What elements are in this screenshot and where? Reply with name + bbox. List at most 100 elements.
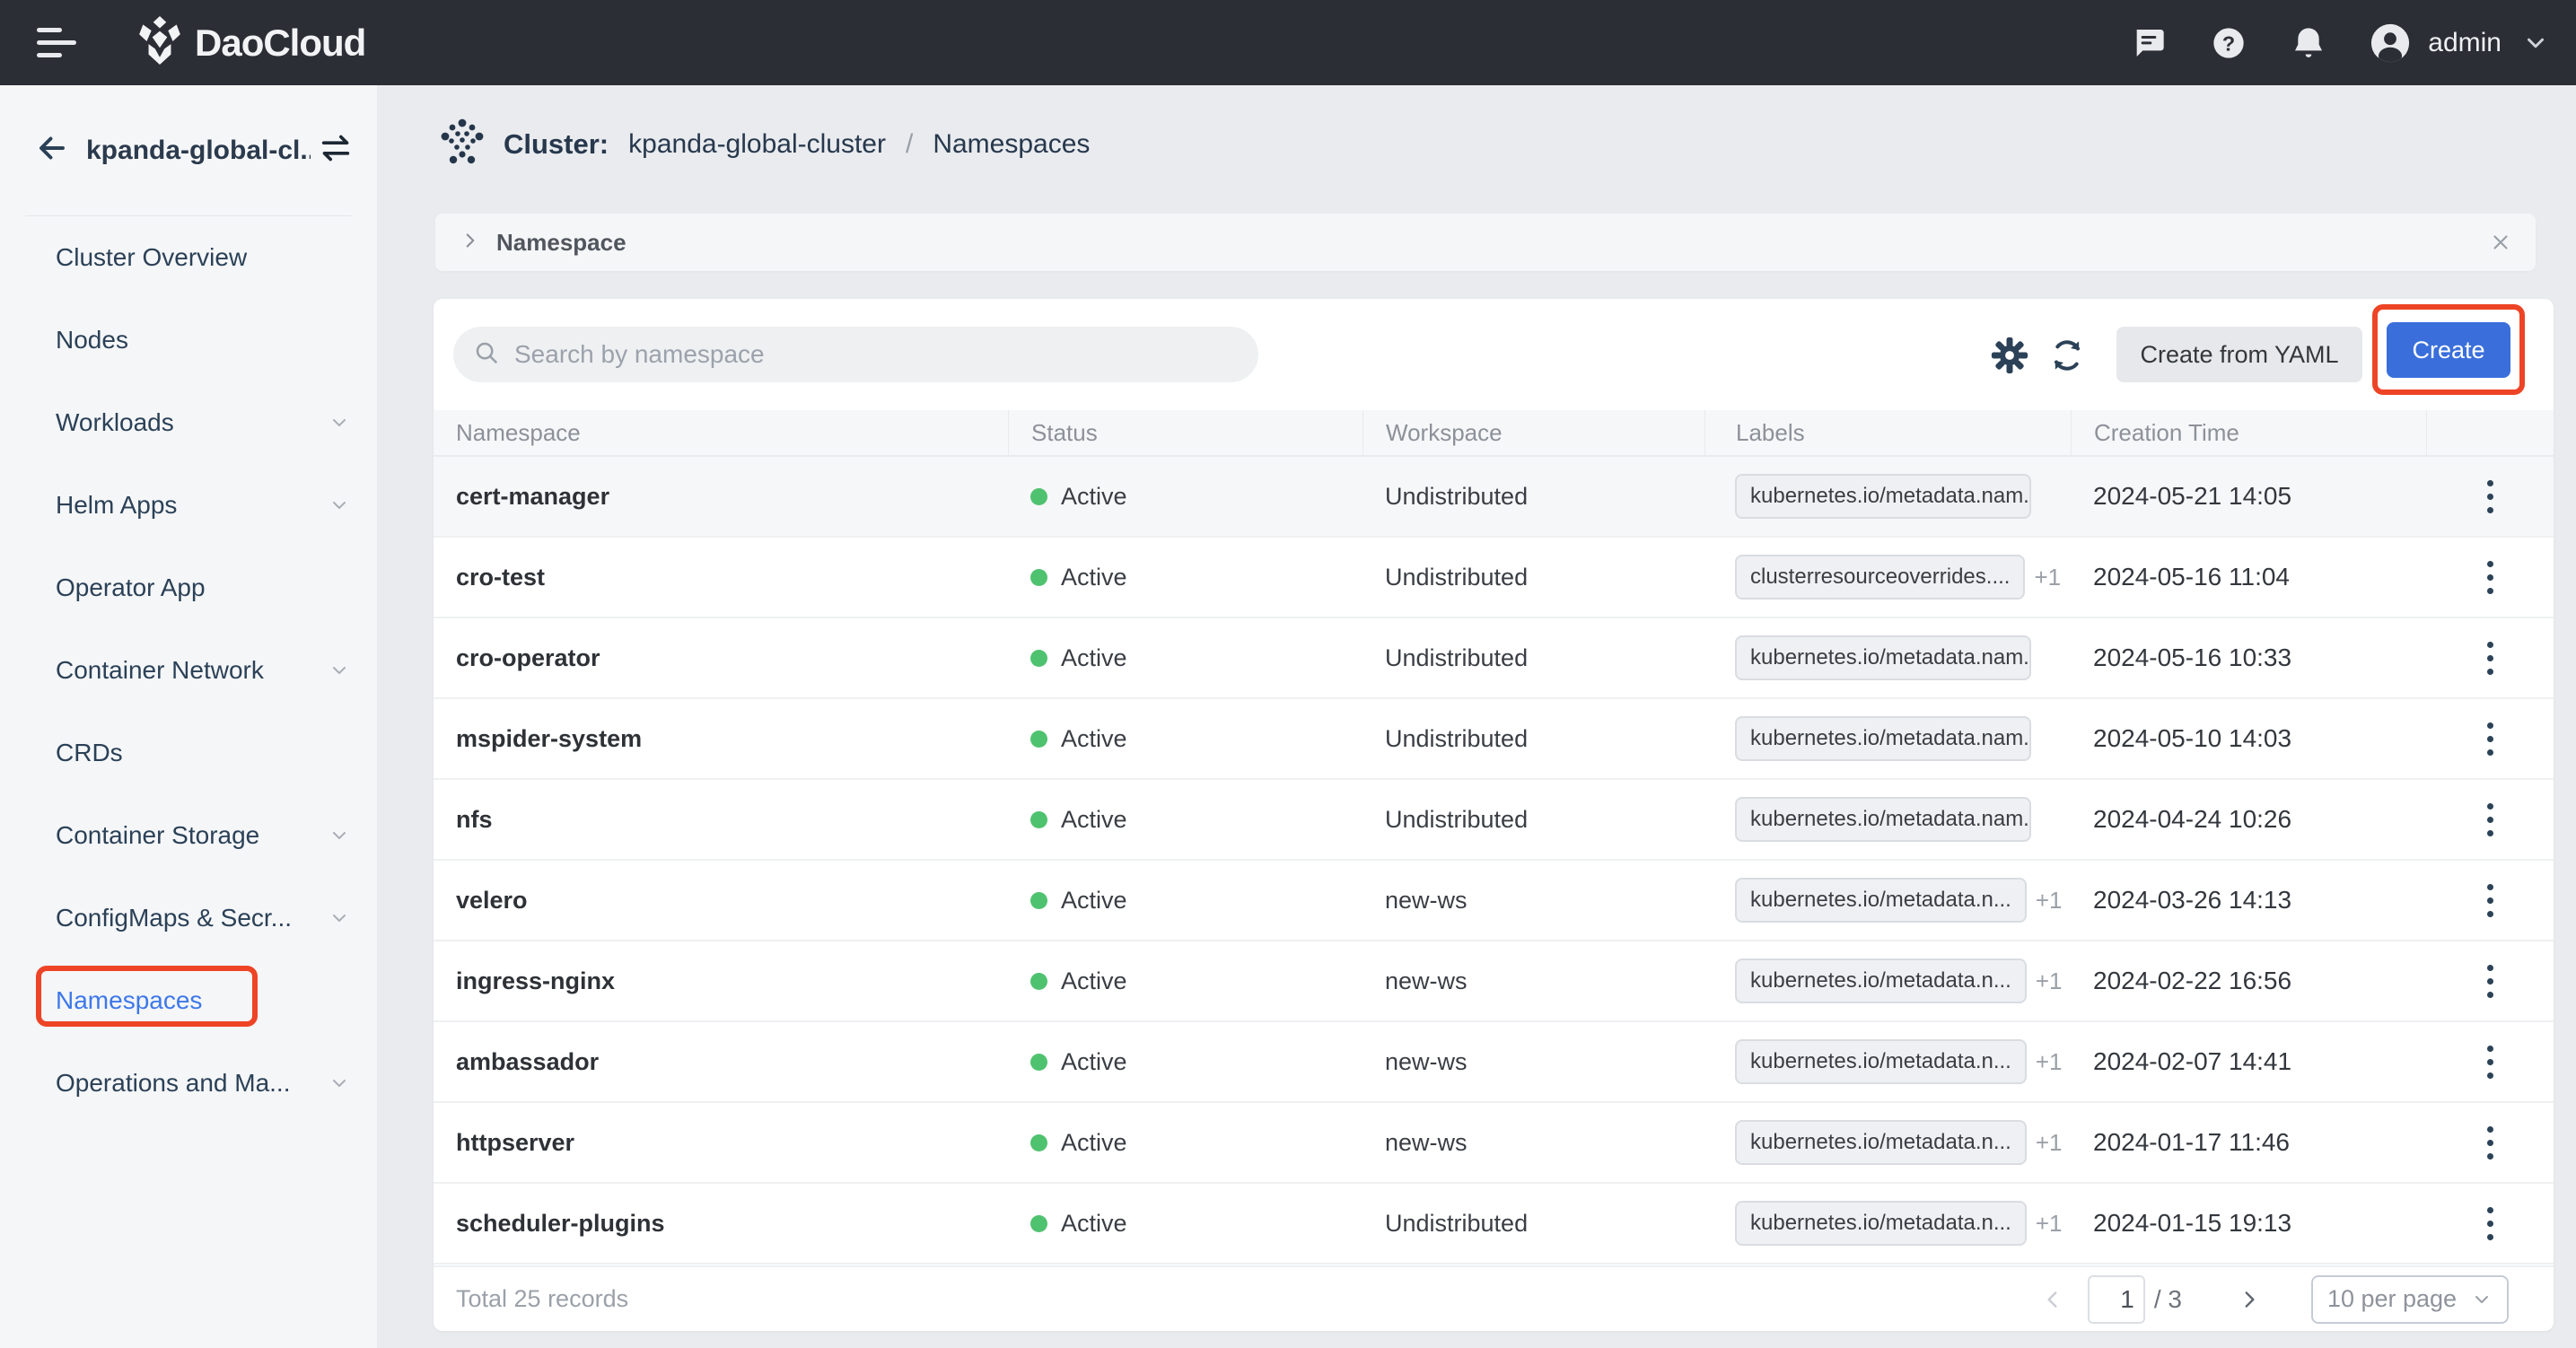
- label-chip: kubernetes.io/metadata.n...: [1735, 958, 2027, 1003]
- row-actions-kebab-icon[interactable]: [2478, 875, 2502, 926]
- sidebar-item-workloads[interactable]: Workloads: [0, 381, 377, 464]
- namespace-name[interactable]: scheduler-plugins: [456, 1210, 665, 1238]
- refresh-icon[interactable]: [2047, 336, 2087, 375]
- namespace-name[interactable]: ambassador: [456, 1048, 599, 1076]
- breadcrumb-cluster-link[interactable]: kpanda-global-cluster: [628, 129, 886, 160]
- next-page-icon[interactable]: [2238, 1288, 2261, 1311]
- creation-time: 2024-05-10 14:03: [2093, 724, 2291, 753]
- back-arrow-icon[interactable]: [36, 132, 68, 169]
- row-actions-kebab-icon[interactable]: [2478, 552, 2502, 603]
- creation-time: 2024-01-17 11:46: [2093, 1128, 2290, 1157]
- sidebar-item-operations-and-ma[interactable]: Operations and Ma...: [0, 1042, 377, 1125]
- per-page-value: 10 per page: [2327, 1285, 2457, 1313]
- topbar: DaoCloud ?: [0, 0, 2576, 85]
- table-row[interactable]: ambassador Active new-ws kubernetes.io/m…: [434, 1022, 2554, 1103]
- hamburger-menu-icon[interactable]: [37, 28, 78, 57]
- chevron-down-icon: [329, 825, 350, 846]
- sidebar-item-nodes[interactable]: Nodes: [0, 299, 377, 381]
- sidebar-item-operator-app[interactable]: Operator App: [0, 547, 377, 629]
- row-actions-kebab-icon[interactable]: [2478, 1037, 2502, 1088]
- sidebar-item-cluster-overview[interactable]: Cluster Overview: [0, 216, 377, 299]
- search-box[interactable]: [453, 327, 1258, 382]
- sidebar-item-helm-apps[interactable]: Helm Apps: [0, 464, 377, 547]
- namespace-panel-header[interactable]: Namespace: [435, 214, 2536, 271]
- per-page-select[interactable]: 10 per page: [2311, 1275, 2509, 1324]
- table-row[interactable]: velero Active new-ws kubernetes.io/metad…: [434, 861, 2554, 941]
- create-button[interactable]: Create: [2387, 322, 2510, 378]
- creation-time: 2024-03-26 14:13: [2093, 886, 2291, 915]
- table-row[interactable]: cro-operator Active Undistributed kubern…: [434, 618, 2554, 699]
- status-text: Active: [1061, 1048, 1127, 1076]
- close-icon[interactable]: [2489, 231, 2512, 254]
- label-more-count: +1: [2034, 564, 2061, 591]
- creation-time: 2024-02-07 14:41: [2093, 1047, 2291, 1076]
- create-from-yaml-button[interactable]: Create from YAML: [2116, 327, 2362, 382]
- row-actions-kebab-icon[interactable]: [2478, 956, 2502, 1007]
- status-text: Active: [1061, 483, 1127, 511]
- previous-page-icon[interactable]: [2041, 1288, 2064, 1311]
- namespace-name[interactable]: cro-operator: [456, 644, 600, 672]
- sidebar-item-namespaces[interactable]: Namespaces: [0, 959, 377, 1042]
- row-actions-kebab-icon[interactable]: [2478, 633, 2502, 684]
- status-dot: [1030, 488, 1047, 505]
- workspace-value: Undistributed: [1385, 564, 1528, 591]
- namespace-name[interactable]: cro-test: [456, 564, 545, 591]
- table-row[interactable]: mspider-system Active Undistributed kube…: [434, 699, 2554, 780]
- chevron-right-icon[interactable]: [459, 229, 482, 257]
- namespace-name[interactable]: ingress-nginx: [456, 967, 615, 995]
- breadcrumb-current-page: Namespaces: [933, 129, 1090, 160]
- workspace-value: new-ws: [1385, 887, 1468, 915]
- table-row[interactable]: cert-manager Active Undistributed kubern…: [434, 457, 2554, 538]
- namespace-name[interactable]: nfs: [456, 806, 493, 834]
- workspace-value: Undistributed: [1385, 725, 1528, 753]
- table-row[interactable]: cro-test Active Undistributed clusterres…: [434, 538, 2554, 618]
- status-dot: [1030, 650, 1047, 667]
- label-chip: clusterresourceoverrides....: [1735, 555, 2025, 600]
- workspace-value: Undistributed: [1385, 806, 1528, 834]
- brand[interactable]: DaoCloud: [139, 16, 365, 69]
- status-dot: [1030, 731, 1047, 748]
- table-row[interactable]: httpserver Active new-ws kubernetes.io/m…: [434, 1103, 2554, 1184]
- sidebar-item-container-network[interactable]: Container Network: [0, 629, 377, 712]
- namespace-name[interactable]: velero: [456, 887, 528, 915]
- status-dot: [1030, 973, 1047, 990]
- creation-time: 2024-05-16 10:33: [2093, 643, 2291, 672]
- table-row[interactable]: scheduler-plugins Active Undistributed k…: [434, 1184, 2554, 1265]
- notifications-bell-icon[interactable]: [2290, 24, 2327, 62]
- status-dot: [1030, 1215, 1047, 1232]
- chevron-down-icon: [329, 412, 350, 433]
- sidebar-item-label: Helm Apps: [56, 491, 177, 520]
- sidebar-item-crds[interactable]: CRDs: [0, 712, 377, 794]
- workspace-value: new-ws: [1385, 967, 1468, 995]
- row-actions-kebab-icon[interactable]: [2478, 1198, 2502, 1249]
- sidebar-item-label: CRDs: [56, 739, 123, 767]
- page-total: / 3: [2154, 1285, 2182, 1314]
- sidebar-item-container-storage[interactable]: Container Storage: [0, 794, 377, 877]
- namespace-name[interactable]: mspider-system: [456, 725, 642, 753]
- messages-icon[interactable]: [2130, 24, 2168, 62]
- search-input[interactable]: [513, 339, 1249, 370]
- breadcrumb-label: Cluster:: [504, 128, 609, 161]
- table-footer: Total 25 records / 3 10 per page: [434, 1265, 2554, 1331]
- help-icon[interactable]: ?: [2210, 24, 2247, 62]
- sidebar-item-configmaps-secr[interactable]: ConfigMaps & Secr...: [0, 877, 377, 959]
- username[interactable]: admin: [2428, 28, 2502, 58]
- settings-gear-icon[interactable]: [1990, 336, 2029, 375]
- namespace-name[interactable]: httpserver: [456, 1129, 574, 1157]
- row-actions-kebab-icon[interactable]: [2478, 471, 2502, 522]
- table-row[interactable]: ingress-nginx Active new-ws kubernetes.i…: [434, 941, 2554, 1022]
- label-chip: kubernetes.io/metadata.n...: [1735, 1201, 2027, 1246]
- chevron-down-icon: [329, 495, 350, 516]
- row-actions-kebab-icon[interactable]: [2478, 1117, 2502, 1169]
- sidebar-item-label: Nodes: [56, 326, 128, 355]
- workspace-value: new-ws: [1385, 1048, 1468, 1076]
- row-actions-kebab-icon[interactable]: [2478, 713, 2502, 765]
- table-row[interactable]: nfs Active Undistributed kubernetes.io/m…: [434, 780, 2554, 861]
- switch-cluster-icon[interactable]: [318, 130, 354, 171]
- user-menu-chevron-down-icon[interactable]: [2517, 24, 2554, 62]
- row-actions-kebab-icon[interactable]: [2478, 794, 2502, 845]
- status-text: Active: [1061, 564, 1127, 591]
- page-number-input[interactable]: [2088, 1275, 2145, 1324]
- user-avatar[interactable]: [2370, 22, 2411, 64]
- namespace-name[interactable]: cert-manager: [456, 483, 609, 511]
